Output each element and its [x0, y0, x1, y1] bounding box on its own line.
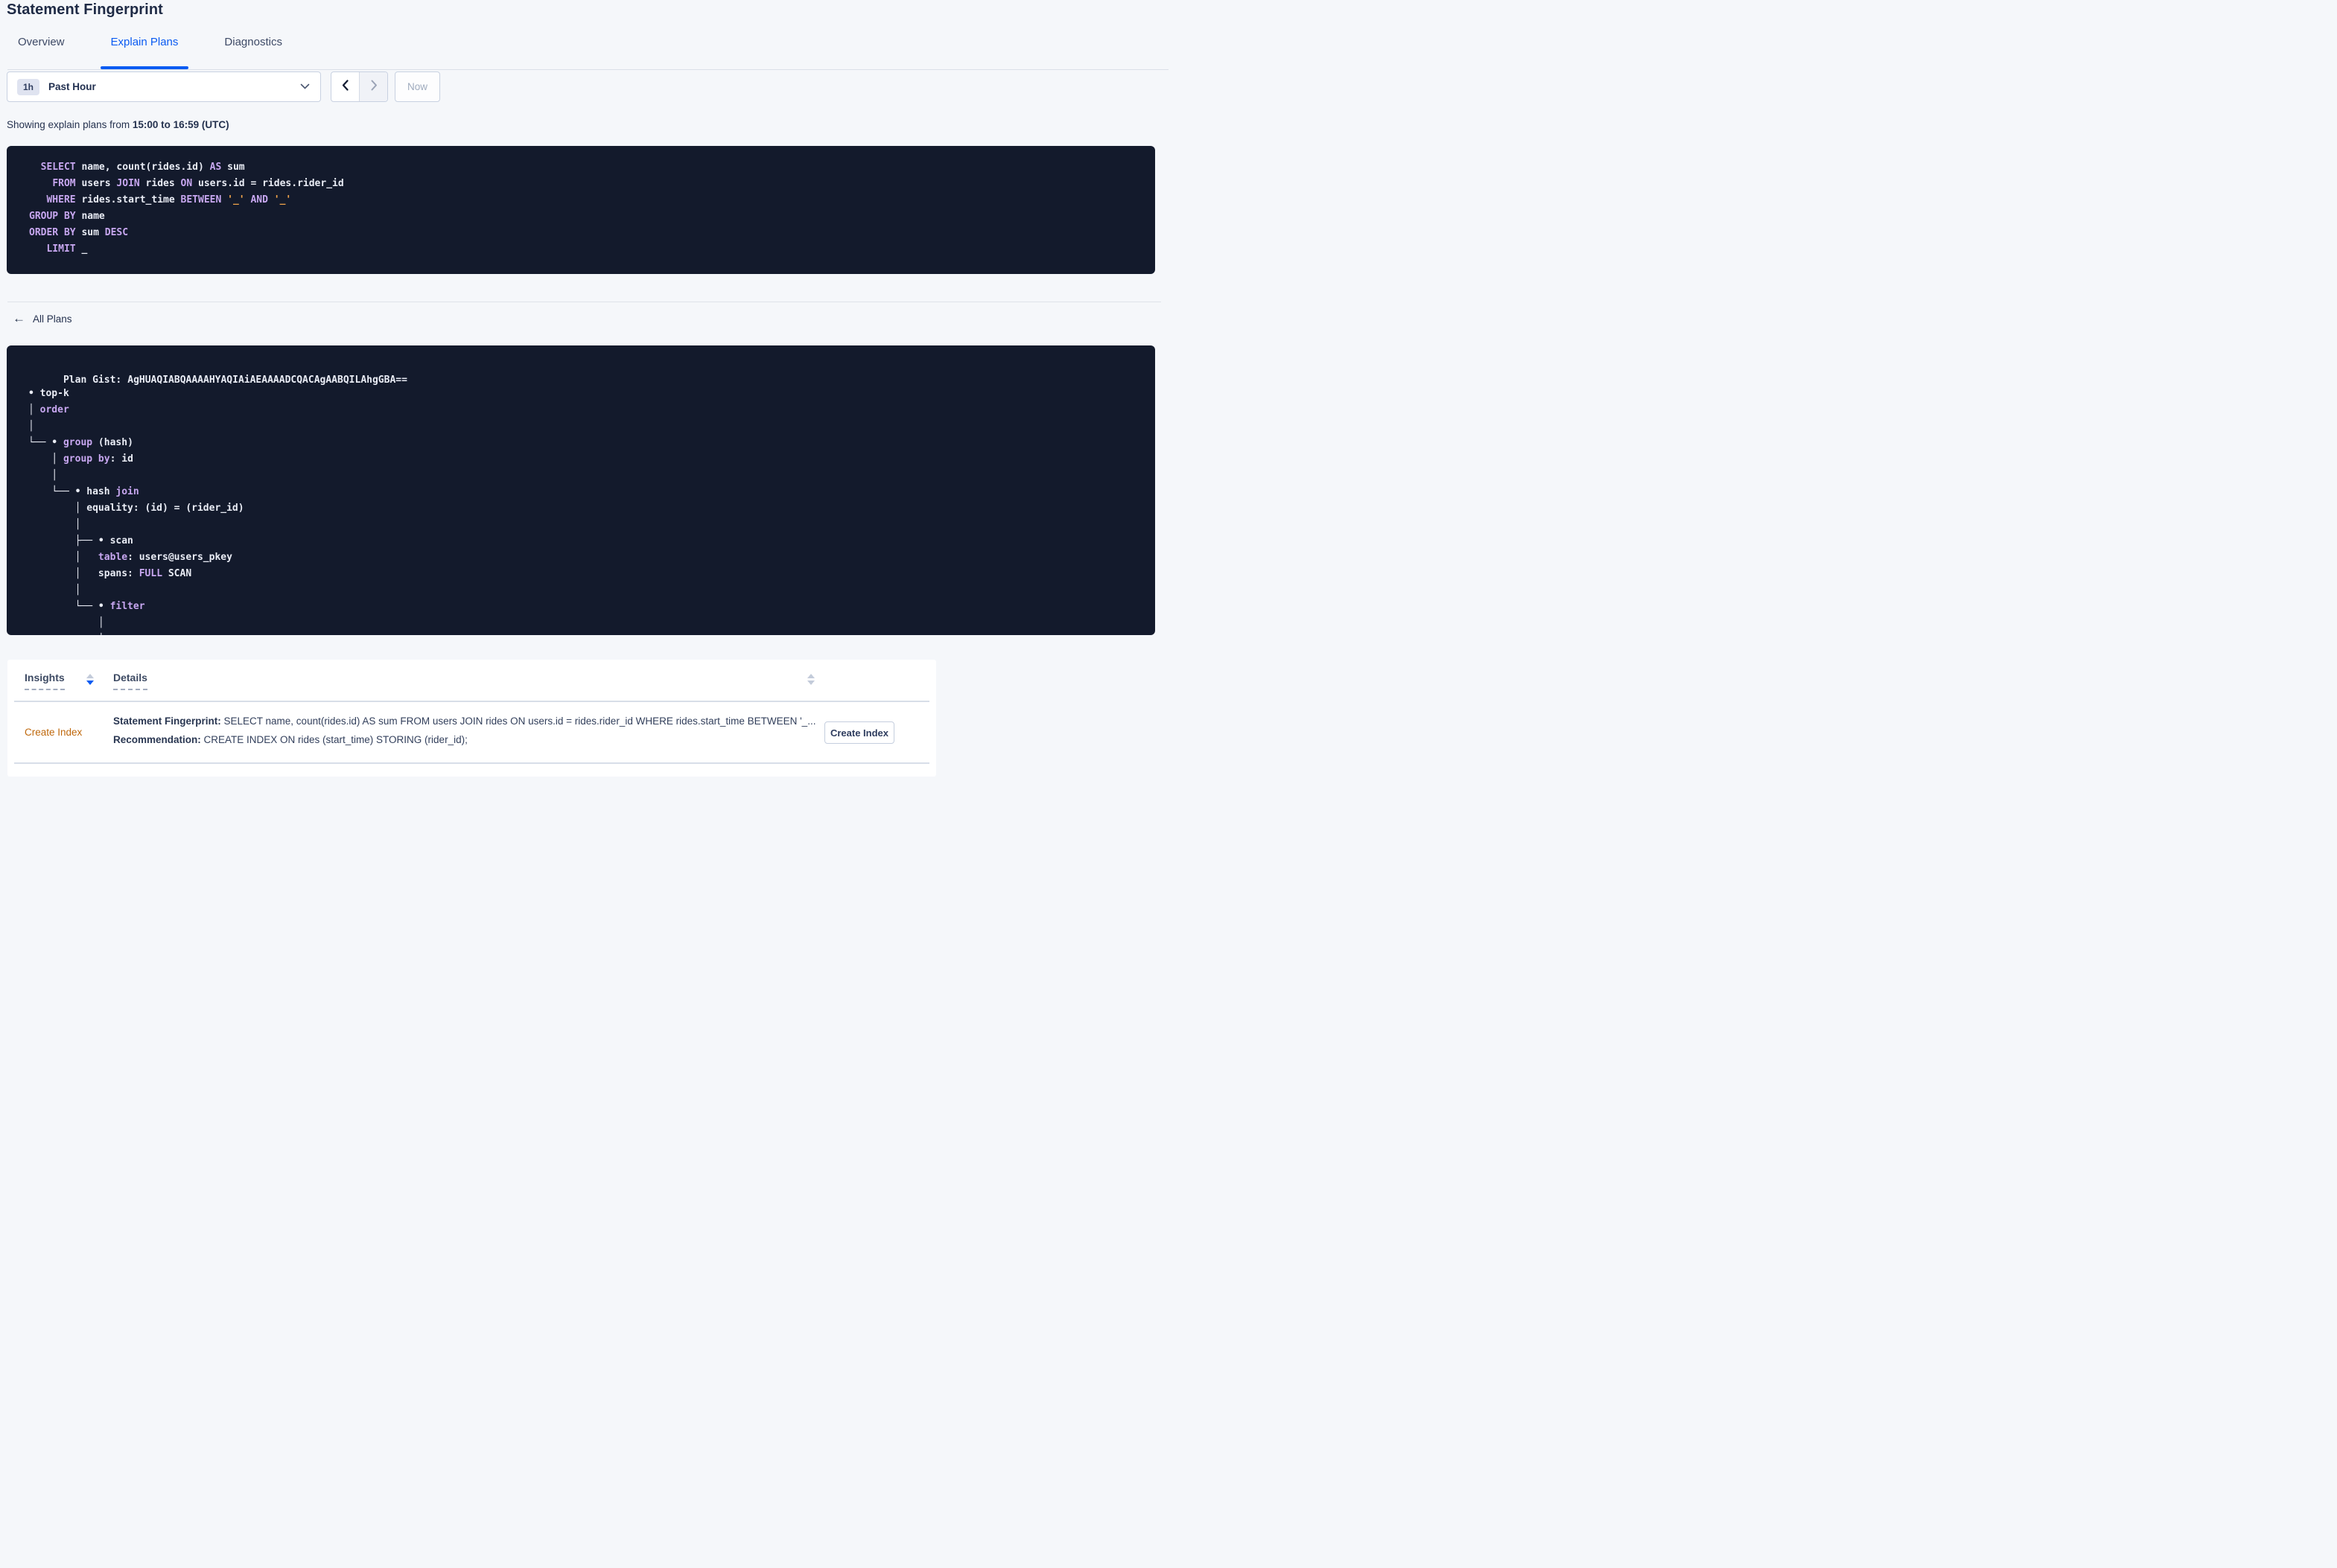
sort-icon-details[interactable] — [807, 674, 815, 685]
arrow-left-icon: ← — [13, 311, 25, 325]
sort-down-arrow-icon — [86, 681, 94, 685]
tab-diagnostics[interactable]: Diagnostics — [224, 36, 282, 70]
sort-up-arrow-icon — [86, 674, 94, 678]
column-header-details[interactable]: Details — [113, 672, 147, 690]
tabs-bar: Overview Explain Plans Diagnostics — [0, 32, 1168, 70]
chevron-right-icon — [369, 79, 379, 95]
tabs-divider — [7, 69, 1168, 70]
sql-statement-code: SELECT name, count(rides.id) AS sum FROM… — [29, 162, 344, 255]
table-row-divider — [14, 762, 929, 764]
recommendation-label: Recommendation: — [113, 734, 201, 745]
insight-type-link[interactable]: Create Index — [25, 727, 82, 738]
sort-down-arrow-icon — [807, 681, 815, 685]
time-interval-badge: 1h — [17, 78, 40, 95]
time-range: 15:00 to 16:59 (UTC) — [132, 119, 229, 130]
plan-gist-value: AgHUAQIABQAAAAHYAQIAiAEAAAADCQACAgAABQIL… — [127, 375, 407, 386]
plan-gist: Plan Gist: AgHUAQIABQAAAAHYAQIAiAEAAAADCQ… — [28, 356, 1140, 386]
sort-icon-insights[interactable] — [86, 674, 94, 685]
sql-statement-block: SELECT name, count(rides.id) AS sum FROM… — [7, 146, 1155, 274]
now-button[interactable]: Now — [395, 71, 440, 102]
fingerprint-text: SELECT name, count(rides.id) AS sum FROM… — [220, 716, 816, 727]
page-title: Statement Fingerprint — [7, 1, 163, 18]
sort-up-arrow-icon — [807, 674, 815, 678]
recommendation-line: Recommendation: CREATE INDEX ON rides (s… — [113, 734, 468, 745]
prev-time-button[interactable] — [331, 72, 359, 101]
plan-tree: • top-k │ order │ └── • group (hash) │ grou… — [28, 388, 244, 635]
plan-gist-label: Plan Gist: — [63, 375, 122, 386]
next-time-button[interactable] — [359, 72, 387, 101]
table-header-divider — [14, 701, 929, 702]
chevron-left-icon — [340, 79, 351, 95]
time-nav-control — [331, 71, 388, 102]
recommendation-text: CREATE INDEX ON rides (start_time) STORI… — [200, 734, 468, 745]
tab-explain-plans[interactable]: Explain Plans — [100, 36, 189, 70]
back-to-all-plans-label: All Plans — [33, 313, 72, 325]
fingerprint-label: Statement Fingerprint: — [113, 716, 221, 727]
plan-gist-block: Plan Gist: AgHUAQIABQAAAAHYAQIAiAEAAAADCQ… — [7, 345, 1155, 635]
statement-fingerprint-page: Statement Fingerprint Overview Explain P… — [0, 0, 1168, 784]
status-prefix: Showing explain plans from — [7, 119, 133, 130]
back-to-all-plans-link[interactable]: ← All Plans — [13, 312, 72, 325]
create-index-button[interactable]: Create Index — [824, 721, 894, 744]
tab-overview[interactable]: Overview — [18, 36, 65, 70]
fingerprint-line: Statement Fingerprint: SELECT name, coun… — [113, 716, 815, 727]
column-header-insights[interactable]: Insights — [25, 672, 65, 690]
time-interval-select[interactable]: 1h Past Hour — [7, 71, 321, 102]
chevron-down-icon — [300, 83, 310, 90]
time-interval-value: Past Hour — [48, 81, 96, 92]
status-line: Showing explain plans from 15:00 to 16:5… — [7, 119, 229, 130]
insights-table: Insights Details Create Index Statement … — [7, 660, 936, 777]
